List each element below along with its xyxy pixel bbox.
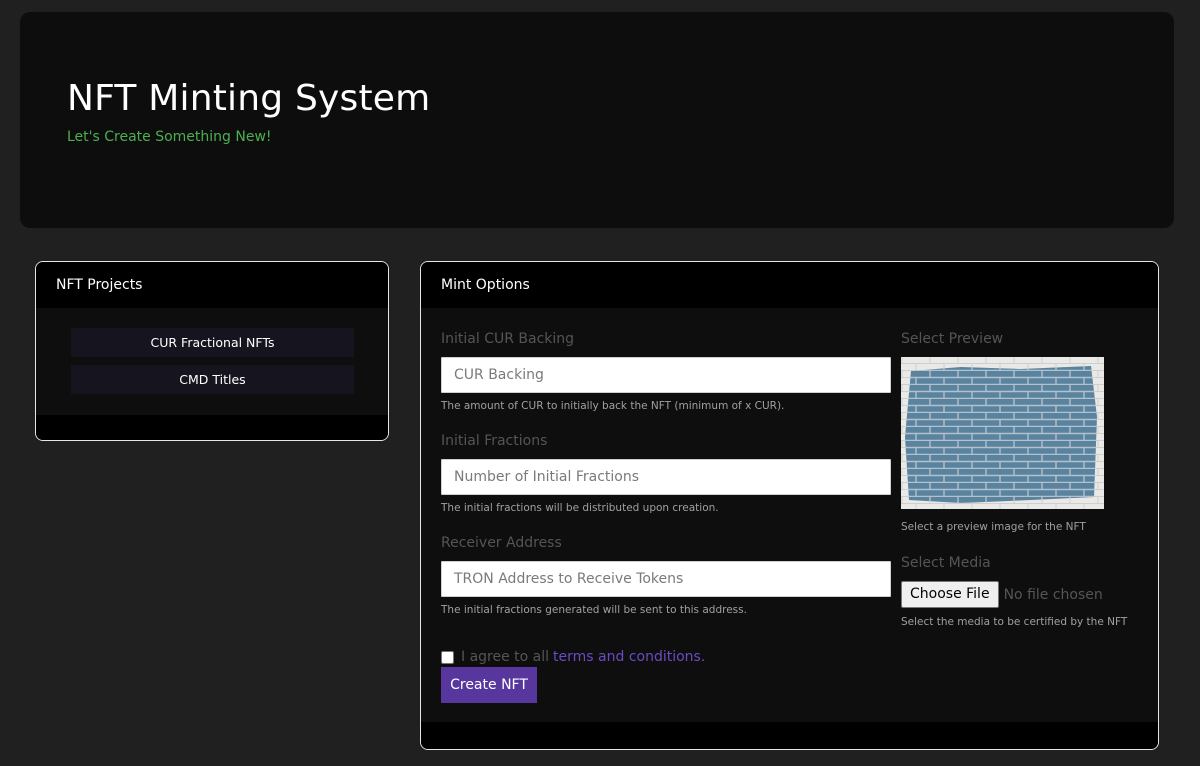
- choose-file-button[interactable]: Choose File: [901, 581, 999, 608]
- mint-options-footer: [421, 722, 1158, 749]
- mint-options-card: Mint Options Initial CUR Backing The amo…: [420, 261, 1159, 750]
- cur-backing-help: The amount of CUR to initially back the …: [441, 400, 785, 412]
- receiver-address-label: Receiver Address: [441, 535, 562, 551]
- mint-options-header: Mint Options: [421, 262, 1158, 308]
- hero-banner: NFT Minting System Let's Create Somethin…: [20, 12, 1174, 228]
- select-media-help: Select the media to be certified by the …: [901, 616, 1128, 628]
- initial-fractions-input[interactable]: [441, 459, 891, 495]
- select-media-label: Select Media: [901, 555, 991, 571]
- nft-projects-header: NFT Projects: [36, 262, 388, 308]
- receiver-address-help: The initial fractions generated will be …: [441, 604, 747, 616]
- project-cmd-titles-button[interactable]: CMD Titles: [71, 365, 354, 394]
- page-title: NFT Minting System: [67, 78, 431, 119]
- create-nft-button[interactable]: Create NFT: [441, 667, 537, 703]
- preview-image[interactable]: [901, 357, 1104, 509]
- nft-projects-footer: [36, 415, 388, 440]
- terms-checkbox[interactable]: [441, 650, 454, 664]
- page-subtitle: Let's Create Something New!: [67, 129, 272, 145]
- initial-fractions-help: The initial fractions will be distribute…: [441, 502, 719, 514]
- receiver-address-input[interactable]: [441, 561, 891, 597]
- select-preview-label: Select Preview: [901, 331, 1004, 347]
- cur-backing-input[interactable]: [441, 357, 891, 393]
- initial-fractions-label: Initial Fractions: [441, 433, 548, 449]
- file-status-text: No file chosen: [1003, 586, 1103, 603]
- cur-backing-label: Initial CUR Backing: [441, 331, 575, 347]
- select-preview-help: Select a preview image for the NFT: [901, 521, 1086, 533]
- mint-options-form: Initial CUR Backing The amount of CUR to…: [421, 308, 1158, 722]
- terms-text: I agree to all: [461, 649, 550, 665]
- project-cur-fractional-nfts-button[interactable]: CUR Fractional NFTs: [71, 328, 354, 357]
- media-file-picker: Choose File No file chosen: [901, 581, 1103, 608]
- brick-wall-image: [901, 357, 1104, 509]
- nft-projects-card: NFT Projects CUR Fractional NFTs CMD Tit…: [35, 261, 389, 441]
- terms-link[interactable]: terms and conditions.: [553, 649, 705, 665]
- nft-projects-list: CUR Fractional NFTs CMD Titles: [36, 308, 388, 415]
- terms-agreement: I agree to all terms and conditions.: [441, 649, 705, 665]
